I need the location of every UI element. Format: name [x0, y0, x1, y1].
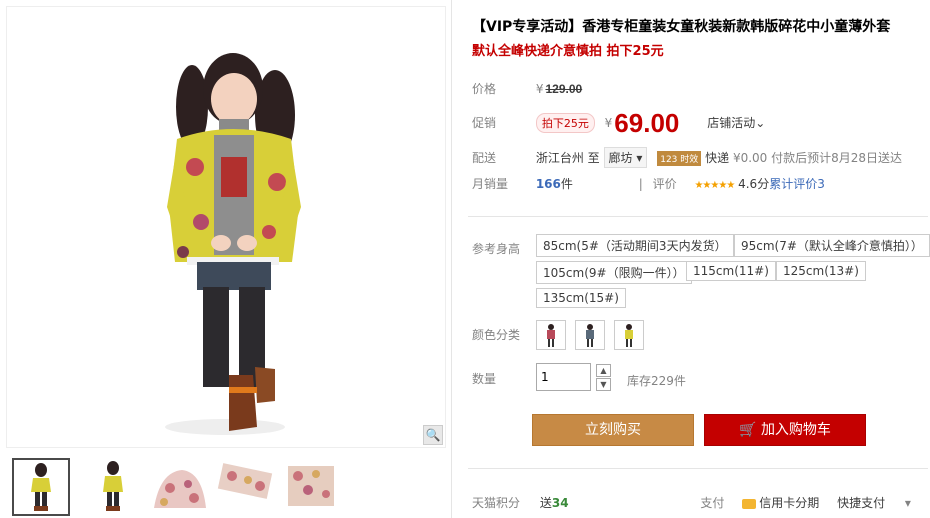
section-divider: [468, 468, 928, 469]
sales-unit: 件: [560, 177, 573, 191]
add-to-cart-label: 加入购物车: [760, 422, 831, 438]
size-label-row: 参考身高: [472, 240, 532, 257]
thumbnail-2[interactable]: [84, 458, 142, 516]
buy-now-label: 立刻购买: [585, 422, 641, 438]
shipping-label: 配送: [472, 151, 497, 165]
shop-promo-label: 店铺活动: [707, 116, 756, 130]
product-title: 【VIP专享活动】香港专柜童装女童秋装新款韩版碎花中小童薄外套: [472, 19, 891, 35]
cart-icon: 🛒: [739, 422, 757, 438]
main-product-image[interactable]: 🔍: [6, 6, 446, 448]
magnifier-icon[interactable]: 🔍: [423, 425, 443, 445]
shop-promo-dropdown[interactable]: 店铺活动⌄: [707, 116, 765, 130]
destination-select[interactable]: 廊坊 ▾: [603, 147, 648, 168]
thumbnail-image: [288, 466, 334, 506]
sales-row: 月销量 166件 | 评价 ★★★★★ 4.6分累计评价3: [472, 175, 825, 192]
current-price: 69.00: [614, 108, 680, 138]
credit-card-icon: [742, 498, 757, 509]
product-info-panel: 【VIP专享活动】香港专柜童装女童秋装新款韩版碎花中小童薄外套 默认全峰快递介意…: [468, 0, 930, 518]
image-gallery: 🔍: [0, 0, 452, 518]
quantity-label: 数量: [472, 372, 497, 386]
size-option[interactable]: 95cm(7#（默认全峰介意慎拍））: [734, 234, 930, 257]
rating-label: 评价: [652, 177, 677, 191]
thumbnail-3[interactable]: [150, 458, 208, 516]
points-prefix: 送: [539, 496, 552, 510]
size-option[interactable]: 115cm(11#): [686, 261, 776, 281]
thumbnail-image: [103, 461, 123, 511]
color-label: 颜色分类: [472, 328, 521, 342]
chevron-down-icon[interactable]: ▾: [905, 496, 911, 510]
size-option[interactable]: 135cm(15#): [536, 288, 626, 308]
thumb-pointer: [41, 458, 51, 460]
size-option[interactable]: 125cm(13#): [776, 261, 866, 281]
ship-from: 浙江台州: [535, 151, 584, 165]
currency-symbol: ¥: [535, 82, 544, 96]
thumbnail-image: [31, 463, 51, 511]
points-value: 34: [551, 496, 569, 510]
quantity-input[interactable]: [536, 363, 591, 391]
color-label-row: 颜色分类: [472, 326, 532, 343]
shipping-fee: ¥0.00: [732, 151, 768, 165]
destination-value: 廊坊: [608, 151, 633, 165]
promo-tag: 拍下25元: [535, 113, 595, 133]
credit-label: 信用卡分期: [759, 496, 820, 510]
rating-divider: |: [638, 177, 643, 191]
size-label: 参考身高: [472, 242, 521, 256]
add-to-cart-button[interactable]: 🛒 加入购物车: [704, 414, 866, 446]
currency-symbol: ¥: [604, 116, 613, 130]
chevron-down-icon: ⌄: [755, 116, 766, 130]
thumbnail-image: [217, 463, 273, 499]
thumbnail-4[interactable]: [216, 458, 274, 516]
rating-stars: ★★★★★: [694, 180, 735, 191]
review-text: 累计评价: [769, 177, 818, 191]
shipping-row: 配送 浙江台州 至 廊坊 ▾ 123 时效 快递 ¥0.00 付款后预计8月28…: [472, 147, 902, 168]
product-photo: [165, 53, 301, 435]
sales-label: 月销量: [472, 177, 509, 191]
color-swatch-image: [625, 324, 633, 347]
sales-count: 166: [535, 177, 561, 191]
quantity-increase-button[interactable]: ▲: [596, 364, 611, 377]
points-label: 天猫积分: [472, 496, 521, 510]
quick-pay: 快捷支付: [837, 496, 886, 510]
rating-score: 4.6分: [738, 177, 770, 191]
footer-row: 天猫积分 送34 支付 信用卡分期 快捷支付 ▾: [472, 494, 911, 511]
thumbnail-image: [154, 470, 206, 508]
pay-label: 支付: [700, 496, 725, 510]
price-row: 价格 ¥129.00: [472, 80, 582, 97]
size-option[interactable]: 85cm(5#（活动期间3天内发货）: [536, 234, 734, 257]
credit-installment[interactable]: 信用卡分期: [742, 496, 819, 510]
delivery-badge: 123 时效: [657, 151, 702, 166]
quantity-decrease-button[interactable]: ▼: [596, 378, 611, 391]
color-swatch-image: [547, 324, 555, 347]
promo-row: 促销 拍下25元 ¥69.00 店铺活动⌄: [472, 108, 765, 139]
section-divider: [468, 216, 928, 217]
thumbnail-strip: [12, 458, 442, 516]
review-count: 3: [817, 177, 825, 191]
stock-count: 库存229件: [627, 374, 686, 388]
chevron-down-icon: ▾: [636, 151, 643, 165]
promo-label: 促销: [472, 116, 497, 130]
price-label: 价格: [472, 82, 497, 96]
quantity-label-row: 数量: [472, 370, 532, 387]
product-subtitle: 默认全峰快递介意慎拍 拍下25元: [472, 44, 664, 59]
buy-now-button[interactable]: 立刻购买: [532, 414, 694, 446]
color-option-2[interactable]: [575, 320, 605, 350]
thumbnail-1[interactable]: [12, 458, 70, 516]
size-option[interactable]: 105cm(9#（限购一件））: [536, 261, 692, 284]
ship-to-word: 至: [587, 151, 600, 165]
original-price: 129.00: [545, 82, 583, 96]
color-option-1[interactable]: [536, 320, 566, 350]
color-swatch-image: [586, 324, 594, 347]
review-link[interactable]: 累计评价3: [769, 177, 825, 191]
courier-label: 快递: [705, 151, 730, 165]
color-option-3[interactable]: [614, 320, 644, 350]
delivery-eta: 付款后预计8月28日送达: [771, 151, 903, 165]
thumbnail-5[interactable]: [282, 458, 340, 516]
